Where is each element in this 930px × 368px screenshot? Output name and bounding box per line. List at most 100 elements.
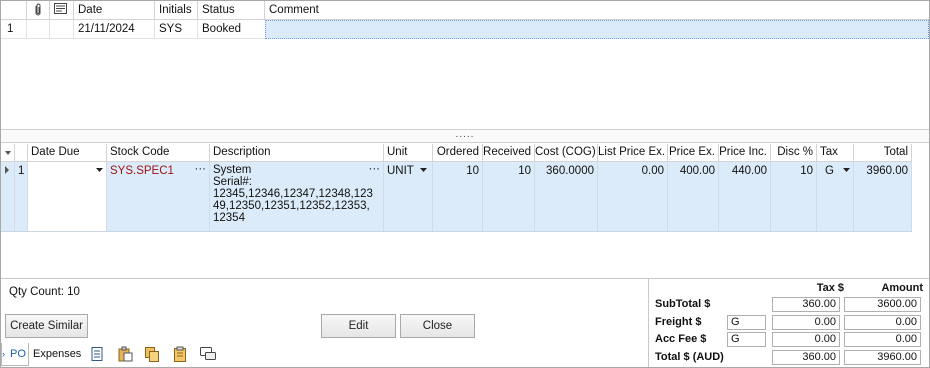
date-due-column-header[interactable]: Date Due xyxy=(28,144,107,162)
subtotal-tax-field: 360.00 xyxy=(772,297,840,312)
freight-tax-code-field[interactable]: G xyxy=(727,315,766,330)
amount-column-title: Amount xyxy=(881,282,923,294)
document-icon xyxy=(91,347,103,361)
freight-tax-field[interactable]: 0.00 xyxy=(772,315,840,330)
paste-icon xyxy=(118,346,133,362)
price-inc-column-header[interactable]: Price Inc. xyxy=(719,144,771,162)
stock-code-ellipsis-button[interactable]: ··· xyxy=(195,163,207,175)
description-line: 12354 xyxy=(213,212,245,224)
total-column-header[interactable]: Total xyxy=(854,144,912,162)
lines-indicator-header xyxy=(1,144,15,162)
copy-icon xyxy=(145,347,159,362)
col-divider xyxy=(49,20,50,38)
acc-fee-tax-field[interactable]: 0.00 xyxy=(772,332,840,347)
panel-splitter[interactable]: ..... xyxy=(1,129,929,143)
status-column-header[interactable]: Status xyxy=(198,1,265,20)
tab-copy[interactable] xyxy=(144,346,160,362)
description-line: 12345,12346,12347,12348,123 xyxy=(213,188,373,200)
history-comment-cell[interactable] xyxy=(265,20,929,39)
note-column-header[interactable] xyxy=(50,1,74,20)
freight-label: Freight $ xyxy=(655,316,702,328)
tab-chat[interactable] xyxy=(199,346,216,362)
current-row-arrow-icon xyxy=(5,166,9,174)
history-status-cell[interactable]: Booked xyxy=(198,21,265,38)
history-date-cell[interactable]: 21/11/2024 xyxy=(74,21,155,38)
tax-column-header[interactable]: Tax xyxy=(817,144,854,162)
col-divider xyxy=(73,20,74,38)
unit-cell[interactable]: UNIT xyxy=(384,162,433,232)
date-column-header[interactable]: Date xyxy=(74,1,155,20)
qty-count-label: Qty Count: 10 xyxy=(9,286,80,298)
tax-column-title: Tax $ xyxy=(816,282,844,294)
totals-panel: Tax $ Amount SubTotal $ 360.00 3600.00 F… xyxy=(648,279,929,367)
create-similar-button[interactable]: Create Similar xyxy=(5,314,88,338)
col-divider xyxy=(197,20,198,38)
subtotal-amount-field: 3600.00 xyxy=(844,297,921,312)
note-icon xyxy=(54,3,67,14)
description-line: 49,12350,12351,12352,12353, xyxy=(213,200,370,212)
row-divider xyxy=(1,231,912,232)
tab-paste[interactable] xyxy=(117,346,133,362)
freight-amount-field[interactable]: 0.00 xyxy=(844,315,921,330)
description-column-header[interactable]: Description xyxy=(210,144,384,162)
tab-expenses[interactable]: Expenses xyxy=(31,343,83,366)
description-ellipsis-button[interactable]: ··· xyxy=(369,163,381,175)
col-divider xyxy=(154,20,155,38)
list-price-ex-column-header[interactable]: List Price Ex. xyxy=(598,144,668,162)
subtotal-label: SubTotal $ xyxy=(655,298,711,310)
chat-icon xyxy=(200,347,216,360)
acc-fee-tax-code-field[interactable]: G xyxy=(727,332,766,347)
ordered-column-header[interactable]: Ordered xyxy=(433,144,483,162)
unit-value: UNIT xyxy=(387,165,414,177)
description-line: System xyxy=(213,164,252,176)
stock-code-column-header[interactable]: Stock Code xyxy=(107,144,210,162)
comment-column-header[interactable]: Comment xyxy=(265,1,929,20)
price-inc-cell[interactable]: 440.00 xyxy=(719,162,771,232)
clipboard-icon xyxy=(174,346,186,362)
tab-document[interactable] xyxy=(89,346,105,362)
disc-cell[interactable]: 10 xyxy=(771,162,817,232)
dropdown-arrow-icon[interactable] xyxy=(96,168,103,173)
stock-code-cell[interactable]: SYS.SPEC1 ··· xyxy=(107,162,210,232)
lines-number-header xyxy=(15,144,28,162)
disc-column-header[interactable]: Disc % xyxy=(771,144,817,162)
line-number: 1 xyxy=(15,162,28,232)
acc-fee-amount-field[interactable]: 0.00 xyxy=(844,332,921,347)
received-column-header[interactable]: Received xyxy=(483,144,535,162)
tax-cell[interactable]: G xyxy=(817,162,854,232)
ordered-cell[interactable]: 10 xyxy=(433,162,483,232)
tab-clipboard[interactable] xyxy=(172,346,188,362)
date-due-cell[interactable] xyxy=(28,162,107,232)
price-ex-column-header[interactable]: Price Ex. xyxy=(668,144,719,162)
tab-po-label: PO xyxy=(10,348,26,360)
close-button[interactable]: Close xyxy=(400,314,475,338)
unit-column-header[interactable]: Unit xyxy=(384,144,433,162)
description-cell[interactable]: System Serial#: 12345,12346,12347,12348,… xyxy=(210,162,384,232)
received-cell[interactable]: 10 xyxy=(483,162,535,232)
total-amount-field: 3960.00 xyxy=(844,350,921,365)
total-cell[interactable]: 3960.00 xyxy=(854,162,912,232)
paperclip-icon xyxy=(35,3,41,16)
dropdown-arrow-icon[interactable] xyxy=(843,168,850,173)
triangle-down-icon xyxy=(5,151,11,155)
attachment-column-header[interactable] xyxy=(27,1,50,20)
cost-cell[interactable]: 360.0000 xyxy=(535,162,598,232)
edit-button[interactable]: Edit xyxy=(321,314,396,338)
total-tax-field: 360.00 xyxy=(772,350,840,365)
cost-column-header[interactable]: Cost (COG) xyxy=(535,144,598,162)
initials-column-header[interactable]: Initials xyxy=(155,1,198,20)
order-lines-grid: Date Due Stock Code Description Unit Ord… xyxy=(1,143,929,279)
history-row-number-header xyxy=(1,1,27,20)
price-ex-cell[interactable]: 400.00 xyxy=(668,162,719,232)
dropdown-arrow-icon[interactable] xyxy=(420,168,427,173)
history-initials-cell[interactable]: SYS xyxy=(155,21,198,38)
stock-code-value: SYS.SPEC1 xyxy=(110,165,174,177)
tab-po[interactable]: › PO xyxy=(1,343,29,366)
tax-value: G xyxy=(825,165,834,177)
chevron-right-icon: › xyxy=(2,349,5,359)
history-grid: Date Initials Status Comment 1 21/11/202… xyxy=(1,1,929,129)
row-divider xyxy=(1,38,265,39)
bottom-tab-bar: › PO Expenses xyxy=(1,343,647,367)
list-price-ex-cell[interactable]: 0.00 xyxy=(598,162,668,232)
total-label: Total $ (AUD) xyxy=(655,351,724,363)
